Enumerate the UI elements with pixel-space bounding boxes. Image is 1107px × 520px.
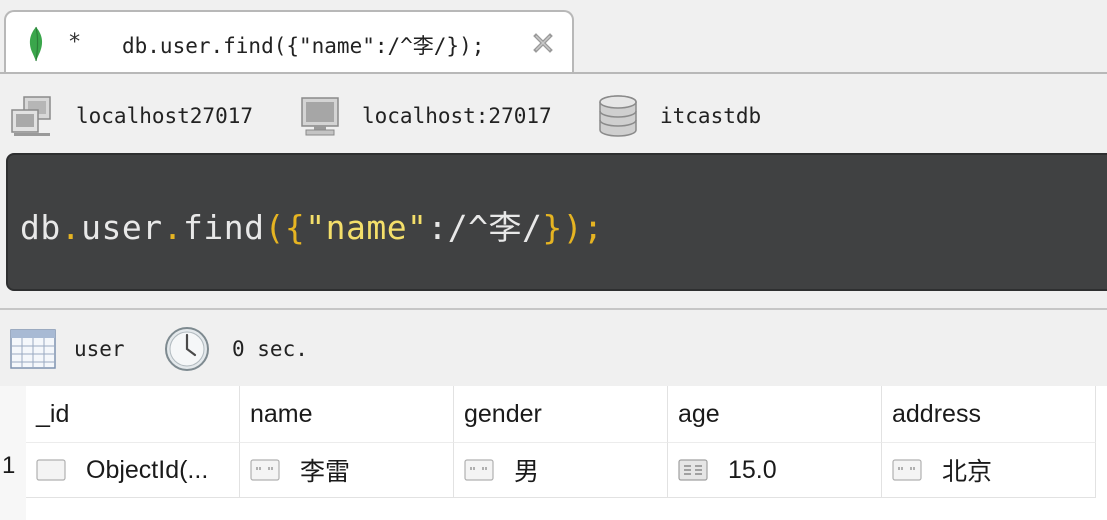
query-text[interactable]: db.user.find({"name":/^李/});	[20, 201, 604, 249]
mongodb-leaf-icon	[29, 26, 43, 62]
code-token: db	[20, 208, 61, 247]
code-token: ({	[264, 208, 306, 247]
column-header-name[interactable]: name	[240, 386, 454, 442]
duration-info: 0 sec.	[164, 326, 308, 372]
table-cell-name[interactable]: 李雷	[240, 442, 454, 498]
result-grid: _id name gender age address 1 ObjectId(.…	[0, 386, 1107, 520]
query-tab[interactable]: * db.user.find({"name":/^李/});	[4, 10, 574, 74]
clock-icon	[165, 327, 209, 371]
query-duration: 0 sec.	[232, 337, 308, 361]
server-name: localhost27017	[76, 104, 254, 128]
string-type-icon	[464, 459, 494, 481]
column-header-id[interactable]: _id	[26, 386, 240, 442]
column-header-address[interactable]: address	[882, 386, 1096, 442]
cell-value: 男	[514, 458, 540, 486]
code-token: user	[81, 208, 163, 247]
server-network-icon	[11, 96, 51, 136]
host-info[interactable]: localhost:27017	[298, 94, 552, 138]
query-editor[interactable]: db.user.find({"name":/^李/});	[6, 153, 1107, 291]
server-info[interactable]: localhost27017	[10, 94, 253, 138]
result-info-bar: user 0 sec.	[0, 310, 1107, 386]
column-header-gender[interactable]: gender	[454, 386, 668, 442]
host-address: localhost:27017	[362, 104, 552, 128]
cell-value: 北京	[942, 458, 993, 486]
code-token: });	[542, 208, 604, 247]
code-token: find	[182, 208, 265, 247]
code-token: .	[162, 208, 183, 247]
table-cell-address[interactable]: 北京	[882, 442, 1096, 498]
code-token: .	[60, 208, 82, 247]
table-grid-icon	[10, 329, 56, 369]
database-info[interactable]: itcastdb	[596, 94, 761, 138]
tab-bar: * db.user.find({"name":/^李/});	[0, 0, 1107, 74]
cell-value: 15.0	[728, 455, 777, 484]
connection-info-bar: localhost27017 localhost:27017 itcastdb	[0, 74, 1107, 154]
number-type-icon	[678, 459, 708, 481]
cell-value: ObjectId(...	[86, 455, 209, 484]
string-type-icon	[250, 459, 280, 481]
row-number: 1	[2, 452, 16, 479]
collection-info: user	[10, 326, 125, 372]
unsaved-marker: *	[68, 30, 82, 55]
tab-title: db.user.find({"name":/^李/});	[122, 34, 485, 58]
objectid-type-icon	[36, 459, 66, 481]
database-icon	[599, 95, 637, 137]
string-type-icon	[892, 459, 922, 481]
column-header-age[interactable]: age	[668, 386, 882, 442]
collection-name: user	[74, 337, 125, 361]
cell-value: 李雷	[300, 458, 351, 486]
code-token: :/^李/	[427, 208, 543, 247]
close-tab-icon[interactable]	[532, 32, 554, 54]
table-cell-age[interactable]: 15.0	[668, 442, 882, 498]
code-token: "name"	[305, 208, 428, 247]
table-cell-gender[interactable]: 男	[454, 442, 668, 498]
table-cell-id[interactable]: ObjectId(...	[26, 442, 240, 498]
computer-icon	[301, 97, 339, 136]
database-name: itcastdb	[660, 104, 762, 128]
